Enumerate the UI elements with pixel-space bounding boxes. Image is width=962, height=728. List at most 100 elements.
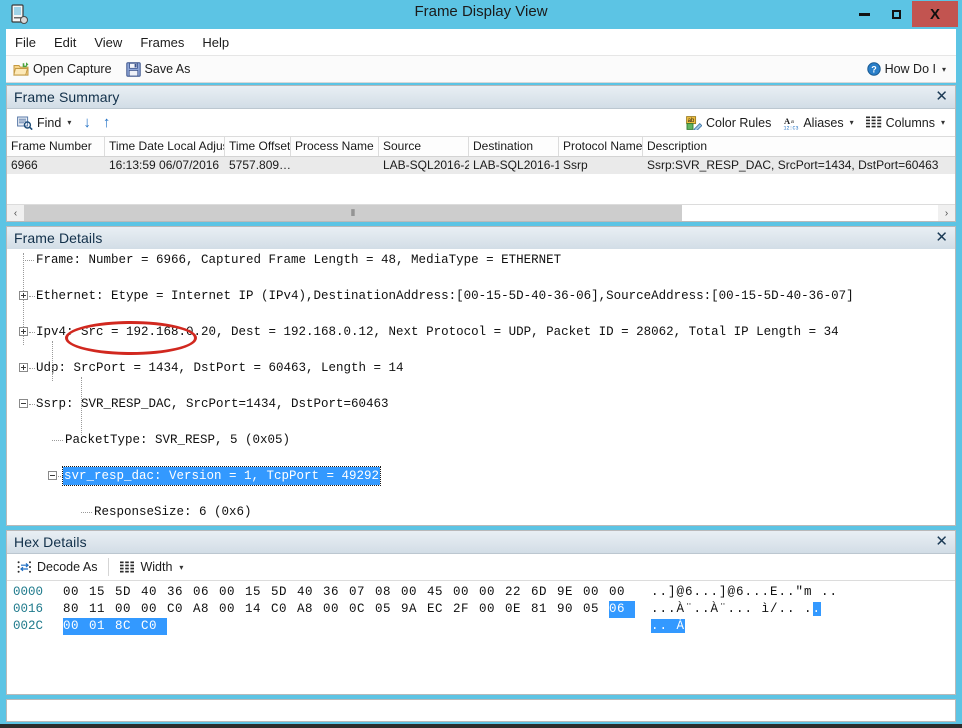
hex-byte[interactable]: 08 bbox=[375, 584, 401, 601]
menu-view[interactable]: View bbox=[85, 32, 131, 53]
tree-node-svr-resp-dac[interactable]: svr_resp_dac: Version = 1, TcpPort = 492… bbox=[7, 466, 955, 486]
menu-file[interactable]: File bbox=[6, 32, 45, 53]
find-button[interactable]: Find ▾ bbox=[11, 114, 77, 132]
aliases-button[interactable]: A a 12:C3 Aliases ▾ bbox=[777, 114, 859, 132]
expand-plus-icon[interactable] bbox=[19, 291, 28, 300]
tree-node-udp[interactable]: Udp: SrcPort = 1434, DstPort = 60463, Le… bbox=[7, 359, 955, 377]
find-next-button[interactable]: ↓ bbox=[77, 112, 97, 133]
hex-byte[interactable]: C0 bbox=[141, 618, 167, 635]
hex-byte[interactable]: EC bbox=[427, 601, 453, 618]
table-row[interactable]: 6966 16:13:59 06/07/2016 5757.809… LAB-S… bbox=[7, 157, 955, 174]
menu-edit[interactable]: Edit bbox=[45, 32, 85, 53]
hex-byte[interactable]: 9A bbox=[401, 601, 427, 618]
hex-byte[interactable]: 00 bbox=[401, 584, 427, 601]
tree-node-ssrp[interactable]: Ssrp: SVR_RESP_DAC, SrcPort=1434, DstPor… bbox=[7, 395, 955, 413]
hex-byte[interactable]: 15 bbox=[245, 584, 271, 601]
hex-row[interactable]: 0016 80 11 00 00 C0 A8 00 14 C0 A8 00 0C 05 9A EC 2F 00 0… bbox=[7, 601, 955, 618]
hex-byte[interactable]: 81 bbox=[531, 601, 557, 618]
hex-byte[interactable]: 00 bbox=[141, 601, 167, 618]
hex-byte[interactable]: 06 bbox=[609, 601, 635, 618]
hex-byte[interactable]: 40 bbox=[297, 584, 323, 601]
column-header-description[interactable]: Description bbox=[643, 137, 953, 156]
hex-byte[interactable]: A8 bbox=[297, 601, 323, 618]
hex-byte[interactable]: 00 bbox=[479, 584, 505, 601]
expand-plus-icon[interactable] bbox=[19, 363, 28, 372]
hex-byte[interactable]: 40 bbox=[141, 584, 167, 601]
frame-summary-horizontal-scrollbar[interactable]: ‹ ⦀ › bbox=[7, 204, 955, 221]
hex-byte[interactable]: A8 bbox=[193, 601, 219, 618]
hex-byte[interactable]: 05 bbox=[583, 601, 609, 618]
column-header-source[interactable]: Source bbox=[379, 137, 469, 156]
tree-node-ipv4[interactable]: Ipv4: Src = 192.168.0.20, Dest = 192.168… bbox=[7, 323, 955, 341]
column-header-time-offset[interactable]: Time Offset bbox=[225, 137, 291, 156]
hex-dump[interactable]: 0000 00 15 5D 40 36 06 00 15 5D 40 36 07 08 00 45 00 00 2… bbox=[7, 581, 955, 635]
hex-byte[interactable]: 0E bbox=[505, 601, 531, 618]
column-header-process-name[interactable]: Process Name bbox=[291, 137, 379, 156]
hex-byte[interactable]: 5D bbox=[271, 584, 297, 601]
hex-byte[interactable]: 0C bbox=[349, 601, 375, 618]
tree-node-responsesize[interactable]: ResponseSize: 6 (0x6) bbox=[7, 503, 955, 521]
hex-byte[interactable]: 90 bbox=[557, 601, 583, 618]
hex-byte[interactable]: 00 bbox=[479, 601, 505, 618]
collapse-minus-icon[interactable] bbox=[19, 399, 28, 408]
hex-byte[interactable]: 00 bbox=[63, 584, 89, 601]
hex-byte[interactable]: 45 bbox=[427, 584, 453, 601]
hex-byte[interactable]: 00 bbox=[115, 601, 141, 618]
hex-byte[interactable]: 00 bbox=[219, 601, 245, 618]
hex-byte[interactable]: 11 bbox=[89, 601, 115, 618]
hex-byte[interactable]: 15 bbox=[89, 584, 115, 601]
hex-byte[interactable]: 06 bbox=[193, 584, 219, 601]
open-capture-button[interactable]: Open Capture bbox=[6, 60, 119, 79]
decode-as-button[interactable]: Decode As bbox=[11, 558, 103, 576]
tree-node-ethernet[interactable]: Ethernet: Etype = Internet IP (IPv4),Des… bbox=[7, 287, 955, 305]
hex-byte[interactable]: 6D bbox=[531, 584, 557, 601]
close-button[interactable]: X bbox=[912, 1, 958, 27]
expand-plus-icon[interactable] bbox=[19, 327, 28, 336]
hex-byte[interactable]: 22 bbox=[505, 584, 531, 601]
menu-frames[interactable]: Frames bbox=[131, 32, 193, 53]
hex-byte[interactable]: 00 bbox=[323, 601, 349, 618]
maximize-button[interactable] bbox=[880, 1, 912, 27]
how-do-i-button[interactable]: ? How Do I ▾ bbox=[861, 60, 956, 78]
menu-help[interactable]: Help bbox=[193, 32, 238, 53]
width-button[interactable]: Width ▾ bbox=[114, 558, 189, 576]
column-header-time-date[interactable]: Time Date Local Adjusted bbox=[105, 137, 225, 156]
frame-details-tree[interactable]: Frame: Number = 6966, Captured Frame Len… bbox=[7, 249, 955, 525]
frame-summary-close-icon[interactable]: ✕ bbox=[935, 87, 948, 105]
scroll-right-arrow-icon[interactable]: › bbox=[938, 205, 955, 221]
frame-details-close-icon[interactable]: ✕ bbox=[935, 228, 948, 246]
hex-byte[interactable]: 00 bbox=[583, 584, 609, 601]
hex-byte[interactable]: 00 bbox=[63, 618, 89, 635]
scroll-thumb[interactable]: ⦀ bbox=[24, 205, 683, 221]
scroll-left-arrow-icon[interactable]: ‹ bbox=[7, 205, 24, 221]
hex-byte[interactable]: 80 bbox=[63, 601, 89, 618]
column-header-frame-number[interactable]: Frame Number bbox=[7, 137, 105, 156]
save-as-button[interactable]: Save As bbox=[119, 60, 198, 79]
hex-byte[interactable]: 07 bbox=[349, 584, 375, 601]
tree-node-frame[interactable]: Frame: Number = 6966, Captured Frame Len… bbox=[7, 251, 955, 269]
hex-byte[interactable]: 9E bbox=[557, 584, 583, 601]
hex-byte[interactable]: 5D bbox=[115, 584, 141, 601]
scroll-track[interactable]: ⦀ bbox=[24, 205, 938, 221]
hex-byte[interactable]: 00 bbox=[609, 584, 635, 601]
hex-byte[interactable]: 2F bbox=[453, 601, 479, 618]
color-rules-button[interactable]: ab Color Rules bbox=[680, 114, 777, 132]
find-previous-button[interactable]: ↑ bbox=[97, 112, 117, 133]
collapse-minus-icon[interactable] bbox=[48, 471, 57, 480]
hex-byte[interactable]: 01 bbox=[89, 618, 115, 635]
hex-row[interactable]: 002C 00 01 8C C0 .. À bbox=[7, 618, 955, 635]
columns-button[interactable]: Columns ▾ bbox=[860, 114, 951, 132]
hex-byte[interactable]: 14 bbox=[245, 601, 271, 618]
column-header-destination[interactable]: Destination bbox=[469, 137, 559, 156]
tree-node-packettype[interactable]: PacketType: SVR_RESP, 5 (0x05) bbox=[7, 431, 955, 449]
hex-byte[interactable]: 05 bbox=[375, 601, 401, 618]
hex-byte[interactable]: 8C bbox=[115, 618, 141, 635]
hex-details-close-icon[interactable]: ✕ bbox=[935, 532, 948, 550]
minimize-button[interactable] bbox=[848, 1, 880, 27]
hex-byte[interactable]: 00 bbox=[453, 584, 479, 601]
hex-byte[interactable]: 36 bbox=[167, 584, 193, 601]
hex-byte[interactable]: 00 bbox=[219, 584, 245, 601]
hex-row[interactable]: 0000 00 15 5D 40 36 06 00 15 5D 40 36 07 08 00 45 00 00 2… bbox=[7, 584, 955, 601]
hex-byte[interactable]: 36 bbox=[323, 584, 349, 601]
hex-byte[interactable]: C0 bbox=[167, 601, 193, 618]
